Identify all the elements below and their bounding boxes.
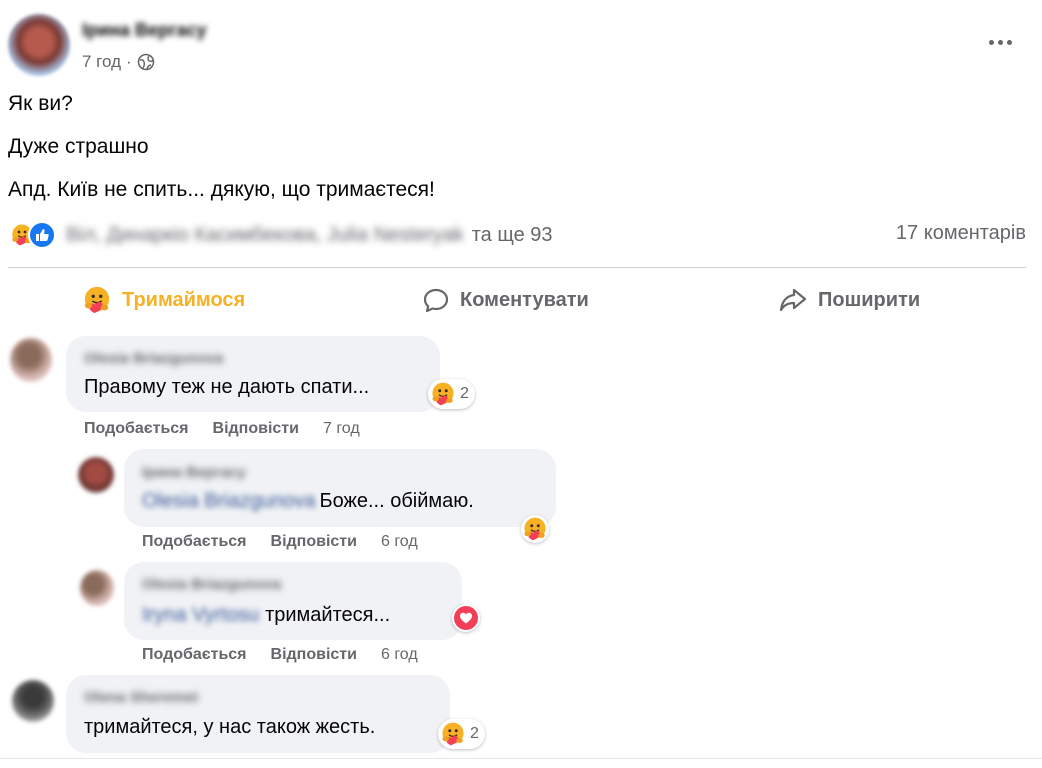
comment-text-line: Iryna Vyrtosu тримайтеся... — [142, 604, 390, 627]
mention-link[interactable]: Olesia Briazgunova — [142, 490, 315, 513]
more-options-icon[interactable] — [984, 28, 1016, 56]
share-arrow-icon — [779, 288, 807, 312]
comment-time[interactable]: 7 год — [323, 420, 360, 438]
reaction-count: 2 — [460, 385, 469, 402]
post-time[interactable]: 7 год — [82, 52, 121, 72]
comment-label: Коментувати — [460, 288, 589, 311]
hold-button[interactable]: Тримаймося — [82, 282, 245, 318]
reactions-summary[interactable]: Віл, Динаркіо Касимбекова, Julia Nestery… — [8, 220, 553, 250]
reactors-names[interactable]: Віл, Динаркіо Касимбекова, Julia Nestery… — [66, 224, 464, 247]
care-reaction-icon — [430, 381, 456, 407]
comment-bubble — [124, 449, 556, 527]
mention-link[interactable]: Iryna Vyrtosu — [142, 604, 259, 627]
post-meta: 7 год · — [82, 52, 155, 72]
commenter-avatar[interactable] — [12, 680, 54, 722]
post-line-1: Як ви? — [8, 92, 73, 115]
commenter-avatar[interactable] — [78, 457, 114, 493]
like-link[interactable]: Подобається — [142, 646, 247, 664]
love-reaction-icon — [454, 606, 478, 630]
hold-label: Тримаймося — [122, 288, 246, 311]
reactors-more[interactable]: та ще 93 — [472, 224, 553, 247]
comment-actions: Подобається Відповісти 7 год — [84, 420, 360, 438]
comment-text: тримайтеся... — [265, 604, 391, 626]
reply-link[interactable]: Відповісти — [213, 420, 299, 438]
comment-reaction-badge[interactable]: 2 — [428, 379, 475, 409]
comment-author[interactable]: Olesia Briazgunova — [142, 576, 281, 593]
comment-text: Боже... обіймаю. — [319, 490, 474, 512]
care-reaction-icon — [522, 516, 548, 542]
comment-bubble-icon — [423, 288, 449, 313]
like-link[interactable]: Подобається — [84, 420, 189, 438]
comment-bubble — [66, 336, 440, 412]
comment-text-line: Olesia Briazgunova Боже... обіймаю. — [142, 490, 474, 513]
comment-reaction-badge[interactable] — [452, 604, 480, 632]
like-link[interactable]: Подобається — [142, 533, 247, 551]
comment-text: тримайтеся, у нас також жесть. — [84, 716, 376, 738]
care-reaction-icon — [440, 721, 466, 747]
comment-author[interactable]: Ірина Вергасу — [142, 464, 246, 481]
post-line-3: Апд. Київ не спить... дякую, що тримаєте… — [8, 178, 435, 201]
share-button[interactable]: Поширити — [778, 282, 920, 318]
comment-actions: Подобається Відповісти 6 год — [142, 646, 418, 664]
comment-bubble — [124, 562, 462, 640]
comment-reaction-badge[interactable]: 2 — [438, 719, 485, 749]
commenter-avatar[interactable] — [10, 338, 52, 382]
globe-icon — [137, 53, 155, 71]
comments-count[interactable]: 17 коментарів — [896, 222, 1026, 245]
care-reaction-icon — [82, 285, 112, 315]
post-author-name[interactable]: Ірина Вергасу — [82, 20, 206, 41]
commenter-avatar[interactable] — [80, 570, 114, 606]
reply-link[interactable]: Відповісти — [271, 646, 357, 664]
reaction-count: 2 — [470, 725, 479, 742]
reply-link[interactable]: Відповісти — [271, 533, 357, 551]
comment-actions: Подобається Відповісти 6 год — [142, 533, 418, 551]
like-reaction-icon — [28, 221, 56, 249]
comment-reaction-badge[interactable] — [521, 515, 549, 543]
author-avatar[interactable] — [8, 14, 70, 76]
comment-time[interactable]: 6 год — [381, 646, 418, 664]
divider — [0, 758, 1042, 759]
share-label: Поширити — [818, 288, 921, 311]
comment-time[interactable]: 6 год — [381, 533, 418, 551]
divider — [8, 267, 1026, 268]
comment-text: Правому теж не дають спати... — [84, 376, 370, 398]
meta-separator: · — [126, 52, 132, 71]
comment-author[interactable]: Olesia Briazgunova — [84, 350, 223, 367]
post-line-2: Дуже страшно — [8, 135, 149, 158]
comment-author[interactable]: Olena Sheremet — [84, 689, 198, 706]
comment-button[interactable]: Коментувати — [422, 282, 589, 318]
comment-bubble — [66, 675, 450, 753]
